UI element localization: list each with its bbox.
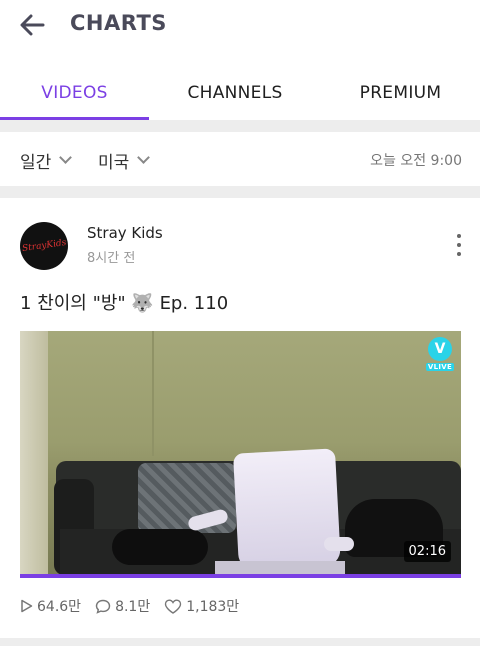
more-vert-icon: [457, 234, 461, 238]
divider: [0, 638, 480, 646]
updated-time: 오늘 오전 9:00: [370, 153, 462, 169]
tab-premium[interactable]: PREMIUM: [328, 66, 473, 120]
divider: [0, 120, 480, 132]
chevron-down-icon: [137, 151, 151, 164]
filter-bar: 일간 미국 오늘 오전 9:00: [0, 132, 480, 186]
video-card[interactable]: StrayKids Stray Kids 8시간 전 1 찬이의 "방" 🐺 E…: [0, 198, 480, 646]
back-arrow-icon: [20, 14, 45, 36]
video-stats: 64.6만 8.1만 1,183만: [20, 596, 253, 616]
tab-channels[interactable]: CHANNELS: [160, 66, 310, 120]
chart-tabs: VIDEOS CHANNELS PREMIUM: [0, 66, 480, 120]
tab-videos[interactable]: VIDEOS: [0, 66, 149, 120]
divider: [0, 186, 480, 198]
country-dropdown[interactable]: 미국: [98, 148, 151, 173]
views-count: 64.6만: [37, 599, 82, 615]
video-thumbnail[interactable]: V VLIVE 02:16: [20, 331, 461, 578]
likes-count: 1,183만: [186, 599, 240, 615]
country-label: 미국: [98, 153, 130, 173]
channel-name[interactable]: Stray Kids: [87, 224, 163, 242]
channel-logo: StrayKids: [21, 237, 67, 255]
vlive-label: VLIVE: [425, 363, 455, 371]
period-label: 일간: [20, 153, 52, 173]
channel-avatar[interactable]: StrayKids: [20, 222, 68, 270]
video-title-text: 찬이의 "방" 🐺 Ep. 110: [37, 293, 229, 314]
progress-bar: [20, 574, 461, 578]
views-stat: 64.6만: [20, 596, 81, 616]
chevron-down-icon: [59, 151, 73, 164]
comments-stat: 8.1만: [95, 596, 150, 616]
comments-count: 8.1만: [115, 599, 151, 615]
posted-time: 8시간 전: [87, 251, 136, 266]
more-options-button[interactable]: [450, 234, 468, 256]
app-bar: CHARTS: [0, 0, 480, 50]
back-button[interactable]: [14, 8, 50, 42]
rank-number: 1: [20, 293, 32, 314]
comment-icon: [95, 599, 111, 614]
play-icon: [21, 599, 33, 613]
heart-icon: [165, 598, 182, 614]
vlive-badge: V VLIVE: [425, 337, 455, 373]
period-dropdown[interactable]: 일간: [20, 148, 73, 173]
video-title[interactable]: 1 찬이의 "방" 🐺 Ep. 110: [20, 289, 228, 315]
likes-stat: 1,183만: [164, 596, 239, 616]
video-duration: 02:16: [403, 541, 451, 562]
page-title: CHARTS: [70, 11, 167, 35]
progress-fill: [20, 574, 461, 578]
vlive-icon: V: [428, 337, 452, 361]
